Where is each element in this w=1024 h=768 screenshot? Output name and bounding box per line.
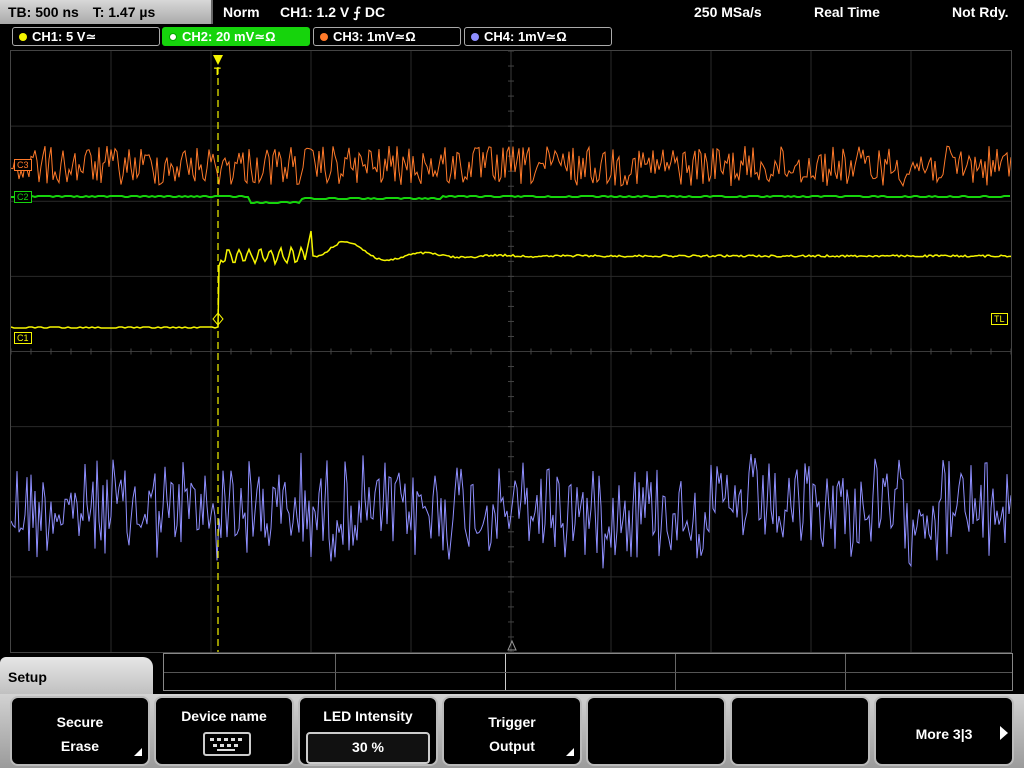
ch3-offset-marker[interactable]: C3 (14, 159, 32, 171)
acquisition-mode: Real Time (814, 4, 880, 20)
trigger-level-marker[interactable]: TL (991, 313, 1008, 325)
trigger-setting[interactable]: CH1: 1.2 V ⨍ DC (280, 0, 385, 24)
more-label: More 3|3 (915, 726, 973, 742)
empty-softkey-6[interactable] (730, 696, 870, 766)
arrow-right-icon (1000, 726, 1008, 740)
ch4-label: CH4: 1mV≃Ω (484, 29, 567, 44)
keyboard-icon (203, 732, 251, 756)
ch2-label: CH2: 20 mV≃Ω (182, 29, 276, 44)
waveform-display[interactable]: T C3 C2 C1 TL (10, 50, 1012, 653)
timebase-readout[interactable]: TB: 500 ns T: 1.47 µs (0, 0, 213, 24)
ch1-label: CH1: 5 V≃ (32, 29, 97, 44)
tab-ch2[interactable]: CH2: 20 mV≃Ω (162, 27, 310, 46)
history-panel (163, 653, 1013, 691)
trigger-position-arrow[interactable] (213, 55, 223, 65)
led-intensity-label: LED Intensity (323, 708, 413, 724)
submenu-corner-icon (134, 748, 142, 756)
status-bar: TB: 500 ns T: 1.47 µs Norm CH1: 1.2 V ⨍ … (0, 0, 1024, 24)
center-marker-icon (507, 639, 517, 651)
device-name-button[interactable]: Device name (154, 696, 294, 766)
trigger-output-label-2: Output (489, 738, 535, 754)
ch1-offset-marker[interactable]: C1 (14, 332, 32, 344)
submenu-corner-icon (566, 748, 574, 756)
trigger-position-label: T (214, 66, 221, 78)
ch2-offset-marker[interactable]: C2 (14, 191, 32, 203)
device-name-label: Device name (181, 708, 267, 724)
ch3-label: CH3: 1mV≃Ω (333, 29, 416, 44)
history-baseline (164, 672, 1012, 673)
ch2-color-dot (169, 33, 177, 41)
tab-ch1[interactable]: CH1: 5 V≃ (12, 27, 160, 46)
trigger-output-label: Trigger (488, 714, 536, 730)
led-intensity-button[interactable]: LED Intensity 30 % (298, 696, 438, 766)
secure-erase-label-2: Erase (60, 738, 100, 754)
secure-erase-button[interactable]: Secure Erase (10, 696, 150, 766)
softkey-bar: Secure Erase Device name LED Intensity 3… (0, 694, 1024, 768)
ch3-color-dot (320, 33, 328, 41)
menu-title: Setup (0, 657, 153, 697)
acquisition-status: Not Rdy. (952, 4, 1009, 20)
channel-tabs: CH1: 5 V≃ CH2: 20 mV≃Ω CH3: 1mV≃Ω CH4: 1… (0, 26, 1024, 48)
timebase-value: TB: 500 ns (8, 4, 79, 20)
waveform-canvas: T (11, 51, 1011, 652)
ch1-color-dot (19, 33, 27, 41)
led-intensity-value: 30 % (306, 732, 430, 764)
ch4-color-dot (471, 33, 479, 41)
trigger-time-value: T: 1.47 µs (92, 4, 156, 20)
tab-ch4[interactable]: CH4: 1mV≃Ω (464, 27, 612, 46)
sample-rate: 250 MSa/s (694, 4, 762, 20)
tab-ch3[interactable]: CH3: 1mV≃Ω (313, 27, 461, 46)
trigger-mode[interactable]: Norm (223, 0, 260, 24)
graticule (11, 51, 1011, 652)
trigger-output-button[interactable]: Trigger Output (442, 696, 582, 766)
more-button[interactable]: More 3|3 (874, 696, 1014, 766)
secure-erase-label: Secure (56, 714, 104, 730)
empty-softkey-5[interactable] (586, 696, 726, 766)
